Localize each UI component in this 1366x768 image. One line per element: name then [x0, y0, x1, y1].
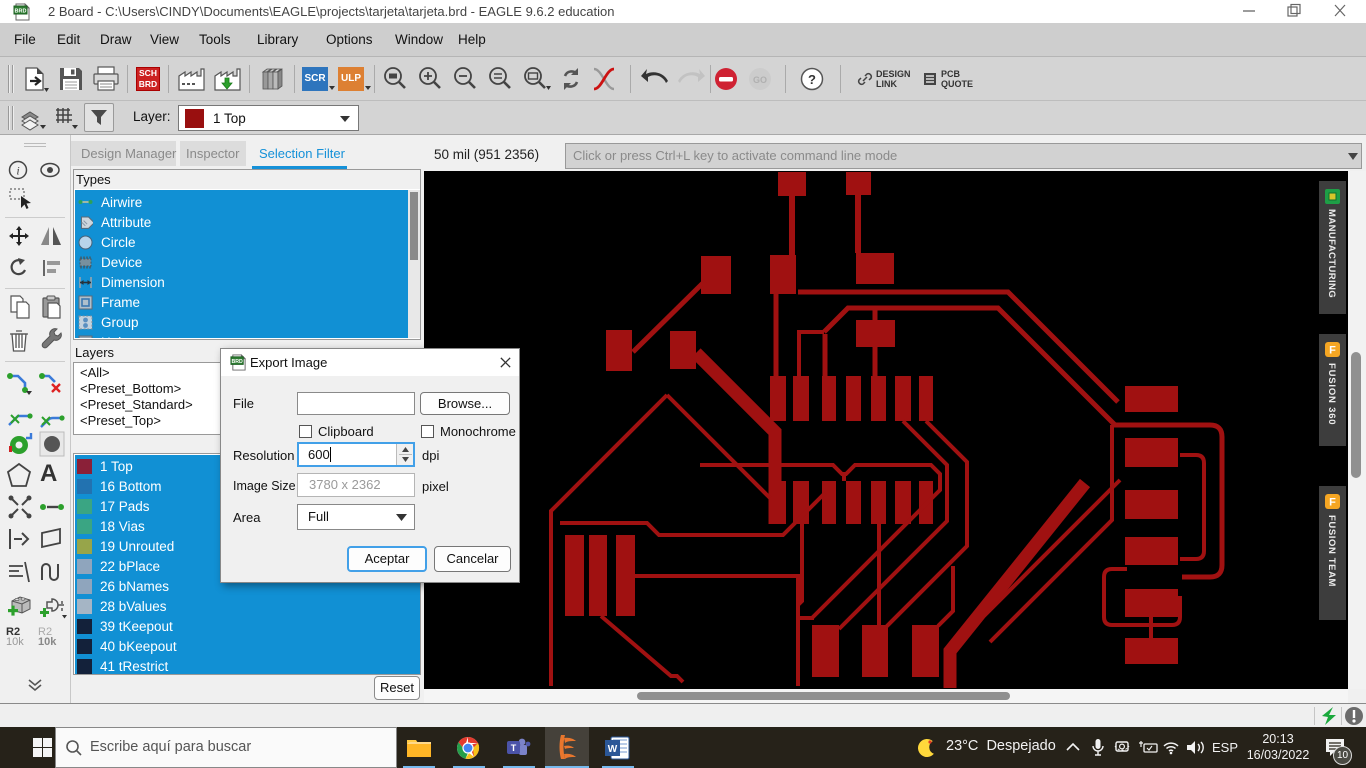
svg-text:T: T: [511, 743, 517, 753]
svg-text:F: F: [1329, 497, 1336, 509]
svg-text:BRD: BRD: [231, 359, 242, 365]
svg-text:W: W: [608, 744, 618, 755]
svg-text:GO: GO: [753, 75, 767, 85]
svg-text:F: F: [1329, 345, 1336, 357]
svg-text:?: ?: [808, 72, 816, 87]
svg-text:i: i: [16, 164, 19, 178]
svg-text:BRD: BRD: [15, 9, 27, 15]
